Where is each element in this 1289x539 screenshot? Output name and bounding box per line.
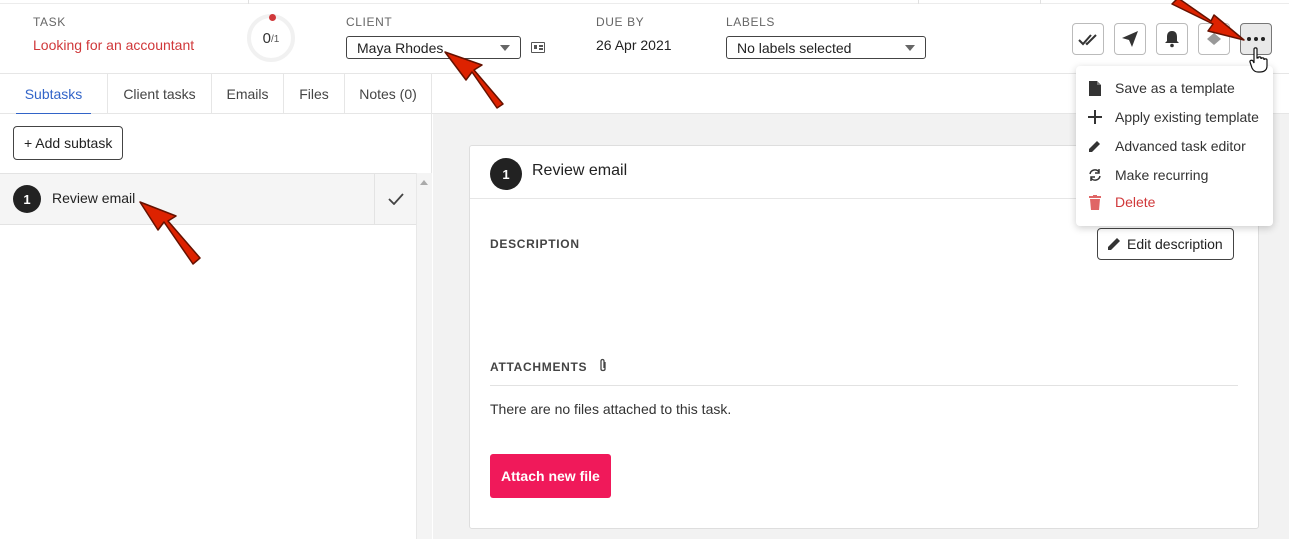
add-subtask-button[interactable]: + Add subtask [13, 126, 124, 160]
task-label: TASK [33, 15, 66, 29]
edit-description-button[interactable]: Edit description [1097, 228, 1234, 260]
task-header: TASK Looking for an accountant 0/1 CLIEN… [0, 0, 1289, 74]
menu-item-apply-template[interactable]: Apply existing template [1076, 103, 1273, 131]
more-options-menu: Save as a template Apply existing templa… [1076, 66, 1273, 226]
tab-emails[interactable]: Emails [212, 74, 284, 114]
hidden-icon [1207, 33, 1221, 45]
client-select[interactable]: Maya Rhodes [346, 36, 521, 59]
subtask-progress: 0/1 [247, 14, 295, 62]
menu-item-label: Save as a template [1115, 80, 1235, 96]
tab-files[interactable]: Files [284, 74, 345, 114]
attach-new-file-button[interactable]: Attach new file [490, 454, 611, 498]
progress-indicator-dot [269, 14, 276, 21]
topline-divider [248, 0, 249, 4]
labels-select[interactable]: No labels selected [726, 36, 926, 59]
subtask-row[interactable]: 1 Review email [0, 173, 416, 225]
subtask-list-pane: + Add subtask 1 Review email [0, 114, 432, 539]
scroll-up-icon[interactable] [420, 180, 428, 185]
more-icon [1247, 37, 1265, 41]
subtask-number-badge: 1 [490, 158, 522, 190]
complete-task-button[interactable] [1072, 23, 1104, 55]
client-label: CLIENT [346, 15, 393, 29]
menu-item-label: Delete [1115, 194, 1156, 210]
progress-done: 0 [262, 29, 271, 47]
no-files-message: There are no files attached to this task… [490, 401, 732, 417]
contact-card-icon[interactable] [531, 42, 545, 53]
subtask-title: Review email [532, 162, 628, 179]
due-date[interactable]: 26 Apr 2021 [596, 37, 672, 53]
attachments-label: ATTACHMENTS [490, 360, 588, 374]
send-button[interactable] [1114, 23, 1146, 55]
client-value: Maya Rhodes [357, 39, 444, 56]
menu-item-label: Make recurring [1115, 167, 1209, 183]
send-icon [1122, 31, 1138, 47]
chevron-down-icon [905, 45, 915, 51]
plus-icon [1087, 109, 1103, 125]
recurring-icon [1087, 167, 1103, 183]
bell-icon [1165, 31, 1179, 48]
trash-icon [1087, 194, 1103, 210]
labels-label: LABELS [726, 15, 775, 29]
header-topline [0, 0, 1289, 4]
pencil-icon [1087, 138, 1103, 154]
double-check-icon [1078, 34, 1097, 46]
progress-total: /1 [271, 34, 280, 45]
complete-subtask-button[interactable] [374, 174, 416, 224]
menu-item-save-template[interactable]: Save as a template [1076, 74, 1273, 102]
scrollbar[interactable] [416, 173, 432, 539]
description-label: DESCRIPTION [490, 237, 580, 251]
document-icon [1087, 80, 1103, 96]
subtask-number-badge: 1 [13, 185, 41, 213]
menu-item-advanced-editor[interactable]: Advanced task editor [1076, 132, 1273, 160]
due-label: DUE BY [596, 15, 645, 29]
hidden-action-button[interactable] [1198, 23, 1230, 55]
menu-item-label: Apply existing template [1115, 109, 1259, 125]
topline-divider [918, 0, 919, 4]
hand-cursor-icon [1249, 47, 1268, 73]
pencil-icon [1108, 238, 1120, 250]
task-title[interactable]: Looking for an accountant [33, 37, 194, 53]
menu-item-delete[interactable]: Delete [1076, 188, 1273, 216]
edit-description-label: Edit description [1127, 236, 1223, 252]
subtask-label: Review email [52, 190, 136, 206]
topline-divider [1040, 0, 1041, 4]
paperclip-icon [600, 358, 606, 372]
tab-notes[interactable]: Notes (0) [345, 74, 432, 114]
tab-subtasks[interactable]: Subtasks [0, 74, 108, 115]
menu-item-label: Advanced task editor [1115, 138, 1246, 154]
attachments-divider [490, 385, 1238, 386]
check-icon [387, 193, 404, 205]
labels-value: No labels selected [737, 39, 852, 56]
menu-item-make-recurring[interactable]: Make recurring [1076, 161, 1273, 189]
chevron-down-icon [500, 45, 510, 51]
tab-client-tasks[interactable]: Client tasks [108, 74, 212, 114]
notifications-button[interactable] [1156, 23, 1188, 55]
